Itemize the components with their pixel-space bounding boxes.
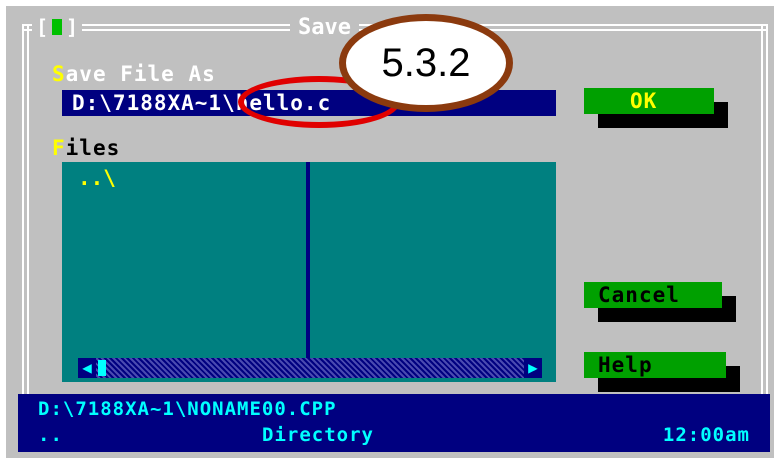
status-path: D:\7188XA~1\NONAME00.CPP xyxy=(38,398,337,420)
cancel-button-label: ancel xyxy=(611,283,680,307)
frame-right xyxy=(761,24,768,400)
help-button-hotkey: H xyxy=(598,353,612,377)
save-file-as-label: Save File As xyxy=(52,62,216,86)
dialog-title: Save xyxy=(290,16,359,40)
scroll-right-arrow-icon[interactable]: ▶ xyxy=(524,358,542,378)
files-list[interactable]: ..\ ◀ ▶ xyxy=(62,162,556,382)
close-icon xyxy=(52,19,63,35)
status-entry-name: .. xyxy=(38,424,63,446)
save-file-as-hotkey: S xyxy=(52,62,66,86)
close-bracket-right: ] xyxy=(66,15,79,39)
ok-button[interactable]: OK xyxy=(584,88,714,114)
status-entry-type: Directory xyxy=(262,424,374,446)
cancel-button[interactable]: Cancel xyxy=(584,282,722,308)
cancel-button-hotkey: C xyxy=(598,283,612,307)
save-file-as-label-text: ave File As xyxy=(65,62,216,86)
files-label: Files xyxy=(52,136,120,160)
list-item-parent-dir[interactable]: ..\ xyxy=(78,166,116,190)
status-time: 12:00am xyxy=(662,424,750,446)
files-hotkey: F xyxy=(52,136,66,160)
scroll-thumb[interactable] xyxy=(98,360,106,376)
status-bar: D:\7188XA~1\NONAME00.CPP .. Directory 12… xyxy=(18,394,770,452)
annotation-badge: 5.3.2 xyxy=(339,14,513,112)
help-button-label: elp xyxy=(611,353,653,377)
files-column-divider xyxy=(306,162,310,358)
help-button[interactable]: Help xyxy=(584,352,726,378)
ok-button-label: OK xyxy=(630,89,658,113)
scroll-left-arrow-icon[interactable]: ◀ xyxy=(78,358,96,378)
close-button[interactable]: [ ] xyxy=(32,15,83,39)
frame-left xyxy=(22,24,29,400)
close-bracket-left: [ xyxy=(36,15,49,39)
files-label-text: iles xyxy=(65,136,121,160)
horizontal-scrollbar[interactable]: ◀ ▶ xyxy=(78,358,542,378)
